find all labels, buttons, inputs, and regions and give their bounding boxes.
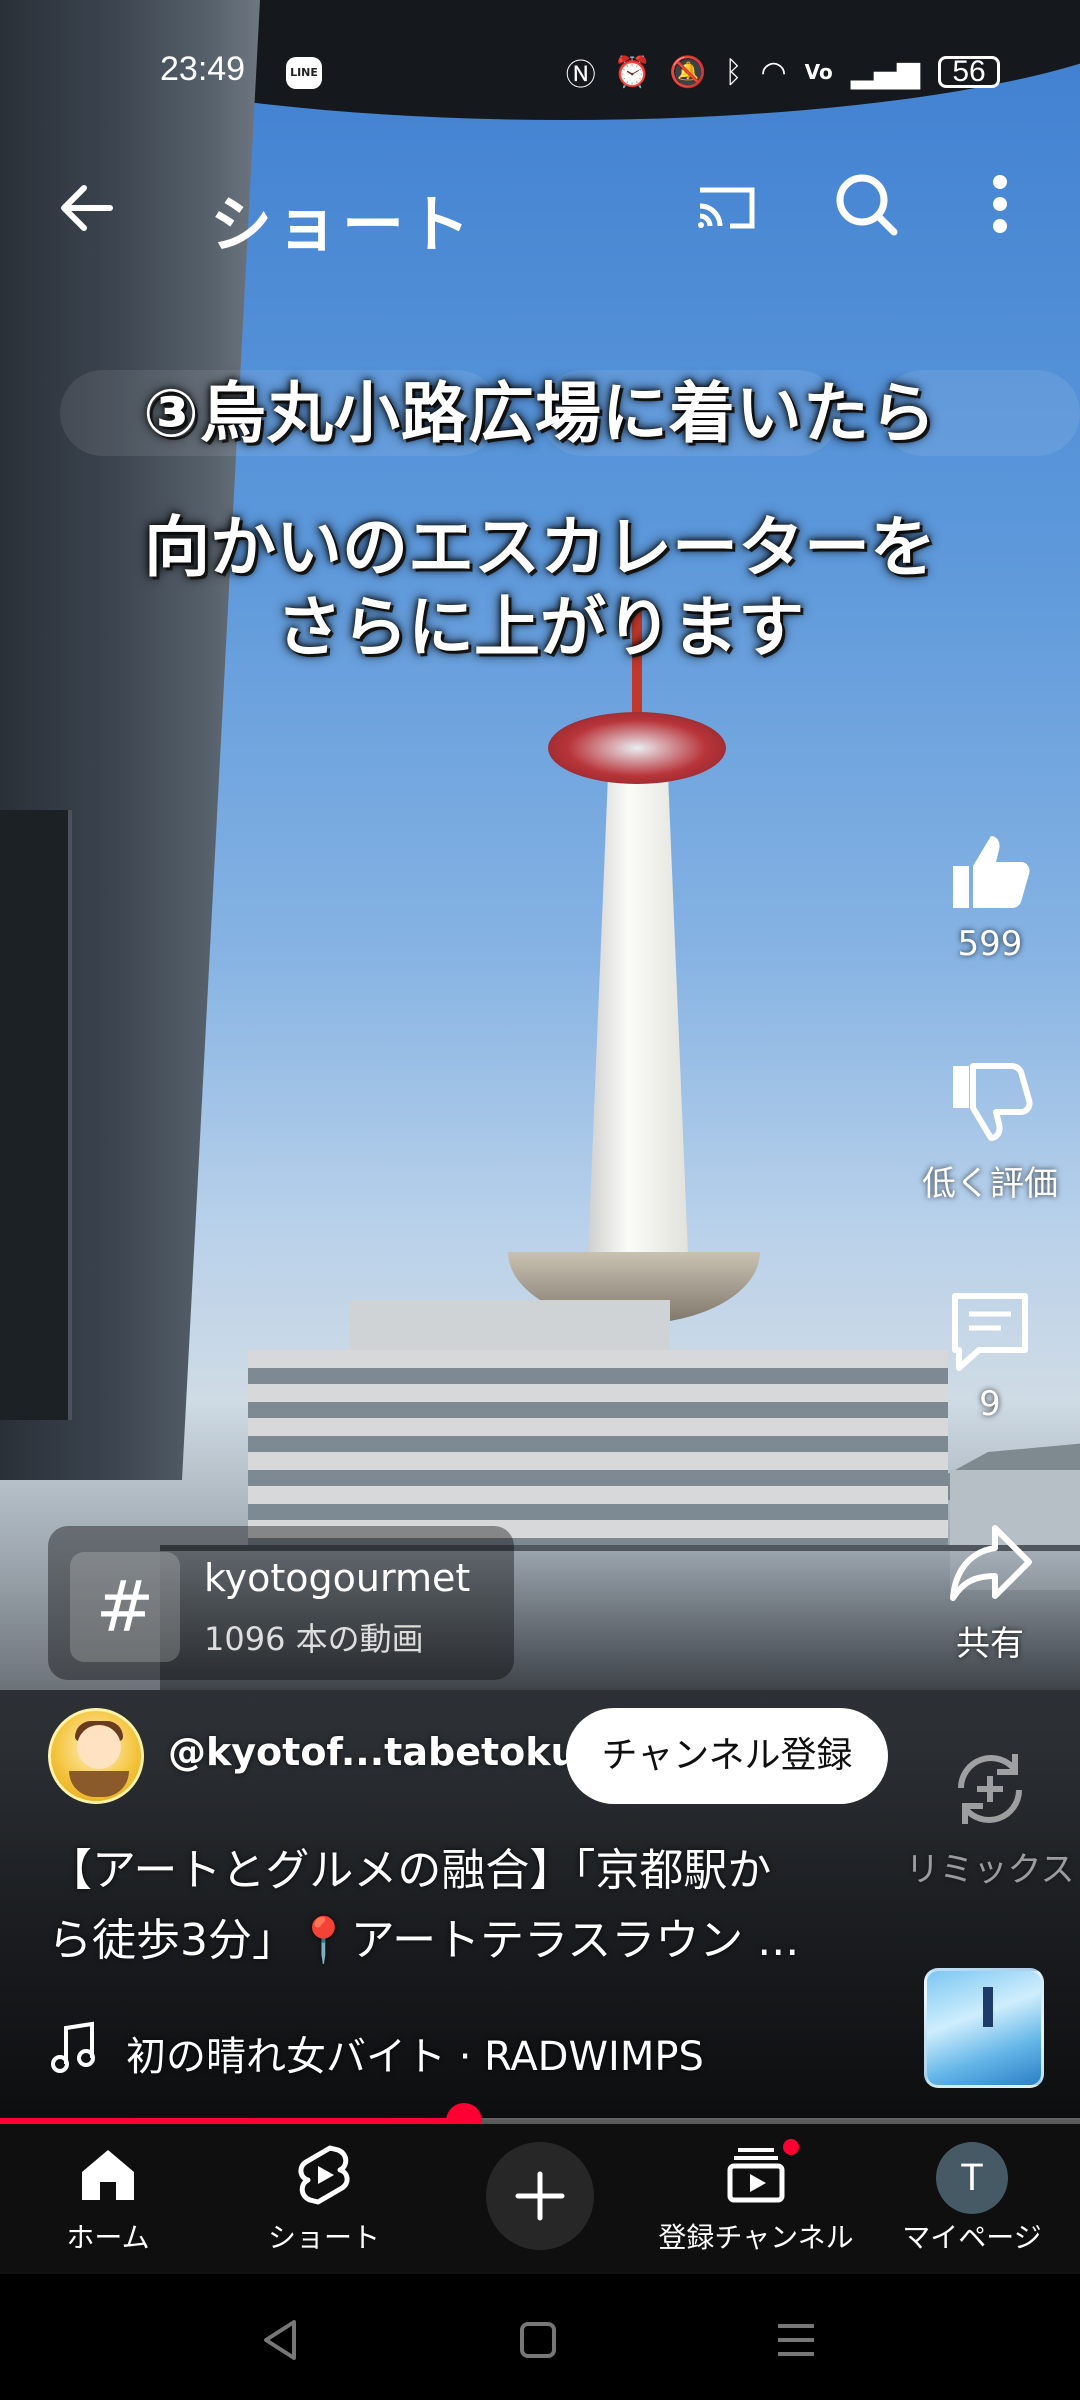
nav-subscriptions[interactable]: 登録チャンネル — [648, 2136, 864, 2256]
avatar-bowl — [69, 1771, 129, 1797]
bottom-navigation: ホーム ショート 登録チャンネル T マイページ — [0, 2124, 1080, 2274]
avatar-face — [77, 1725, 121, 1769]
video-caption-line1: ③烏丸小路広場に着いたら — [143, 375, 937, 452]
status-icons: Ⓝ ⏰ 🔕 ᛒ ◠ Vo ▂▄▆ 56 — [566, 50, 1000, 94]
hashtag-video-count: 1096 本の動画 — [204, 1620, 424, 1658]
video-caption-line2: 向かいのエスカレーターを — [144, 509, 936, 586]
line-notification-icon: LINE — [286, 57, 322, 89]
cast-button[interactable] — [686, 168, 766, 248]
system-recents-icon[interactable] — [766, 2310, 826, 2370]
music-note-icon — [51, 2021, 95, 2073]
subscriptions-icon — [727, 2148, 785, 2203]
nav-home-label: ホーム — [66, 2221, 150, 2254]
shorts-icon — [298, 2145, 350, 2205]
comments-button[interactable]: 9 — [900, 1286, 1080, 1424]
nav-shorts[interactable]: ショート — [216, 2142, 432, 2256]
home-icon — [82, 2150, 134, 2200]
nav-mypage-label: マイページ — [902, 2221, 1042, 2254]
system-home-icon[interactable] — [508, 2310, 568, 2370]
search-icon — [836, 174, 898, 236]
search-button[interactable] — [826, 164, 906, 244]
more-vert-icon — [993, 175, 1007, 233]
video-tower-shaft — [588, 775, 688, 1255]
video-hotel — [248, 1350, 948, 1550]
share-icon — [950, 1525, 1032, 1601]
video-caption-line3: さらに上がります — [276, 589, 804, 666]
thumbnail-figure — [983, 1987, 993, 2027]
comment-count: 9 — [979, 1384, 1001, 1424]
nfc-icon: Ⓝ — [565, 58, 596, 93]
video-building-edge — [0, 810, 72, 1420]
nav-mypage[interactable]: T マイページ — [864, 2142, 1080, 2256]
system-navigation-bar — [0, 2274, 1080, 2400]
system-back-icon[interactable] — [250, 2310, 310, 2370]
nav-home[interactable]: ホーム — [0, 2142, 216, 2256]
video-caption-line2-3: 向かいのエスカレーターを さらに上がります — [0, 508, 1080, 668]
wifi-icon: ◠ — [760, 54, 787, 90]
subscriptions-badge — [780, 2136, 802, 2158]
comment-icon — [952, 1293, 1028, 1371]
hashtag-card[interactable]: # kyotogourmet 1096 本の動画 — [48, 1526, 514, 1680]
volte-icon: Vo — [804, 60, 833, 84]
hashtag-name: kyotogourmet — [204, 1556, 471, 1600]
alarm-icon: ⏰ — [613, 54, 652, 90]
status-bar: 23:49 LINE Ⓝ ⏰ 🔕 ᛒ ◠ Vo ▂▄▆ 56 — [0, 40, 1080, 104]
channel-avatar[interactable] — [48, 1708, 144, 1804]
share-button[interactable]: 共有 — [900, 1518, 1080, 1665]
thumb-up-icon — [953, 836, 1030, 908]
signal-icon: ▂▄▆ — [850, 54, 920, 90]
nav-shorts-label: ショート — [267, 2221, 380, 2254]
page-title: ショート — [210, 188, 475, 261]
remix-icon — [958, 1754, 1022, 1824]
music-track: 初の晴れ女バイト · RADWIMPS — [126, 2034, 704, 2080]
thumb-down-icon — [953, 1063, 1033, 1141]
hashtag-icon: # — [70, 1552, 180, 1662]
remix-button[interactable]: リミックス — [900, 1744, 1080, 1891]
plus-icon — [515, 2171, 565, 2221]
bluetooth-icon: ᛒ — [724, 54, 743, 90]
remix-label: リミックス — [905, 1850, 1075, 1890]
like-count: 599 — [957, 924, 1023, 964]
like-button[interactable]: 599 — [900, 826, 1080, 964]
share-label: 共有 — [956, 1624, 1024, 1664]
more-options-button[interactable] — [970, 164, 1030, 244]
status-time: 23:49 — [160, 50, 246, 88]
nav-subscriptions-label: 登録チャンネル — [658, 2221, 854, 2254]
subscribe-button[interactable]: チャンネル登録 — [566, 1708, 888, 1804]
video-title-line: 【アートとグルメの融合】「京都駅か — [48, 1845, 772, 1896]
sound-thumbnail[interactable] — [924, 1968, 1044, 2088]
dislike-label: 低く評価 — [922, 1164, 1058, 1204]
cast-icon — [698, 187, 755, 229]
video-title[interactable]: 【アートとグルメの融合】「京都駅か ら徒歩3分」📍アートテラスラウン ... — [48, 1836, 888, 1976]
back-button[interactable] — [48, 168, 128, 248]
top-app-bar: ショート — [0, 150, 1080, 270]
dislike-button[interactable]: 低く評価 — [900, 1058, 1080, 1205]
arrow-left-icon — [61, 185, 113, 231]
user-avatar: T — [936, 2142, 1008, 2214]
channel-handle[interactable]: @kyotof...tabetoku — [168, 1730, 578, 1774]
mute-icon: 🔕 — [669, 54, 707, 90]
video-tower-observatory — [548, 712, 726, 784]
battery-icon: 56 — [938, 56, 1000, 88]
create-button[interactable] — [486, 2142, 594, 2250]
video-title-line: ら徒歩3分」📍アートテラスラウン ... — [48, 1915, 800, 1966]
